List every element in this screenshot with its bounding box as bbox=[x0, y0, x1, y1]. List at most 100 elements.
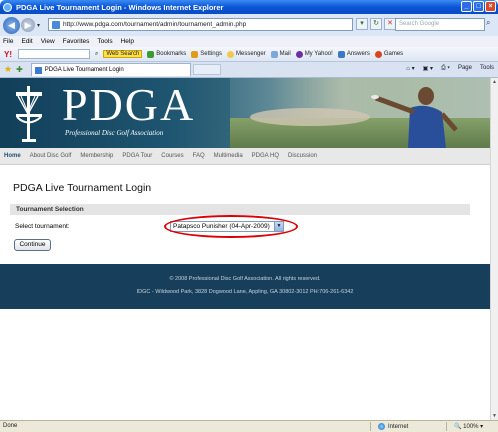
refresh-icon[interactable]: ↻ bbox=[370, 18, 382, 30]
address-dropdown-icon[interactable]: ▾ bbox=[356, 18, 368, 30]
nav-faq[interactable]: FAQ bbox=[193, 153, 205, 159]
scroll-down-icon[interactable]: ▼ bbox=[491, 412, 498, 420]
menu-view[interactable]: View bbox=[41, 38, 55, 45]
zoom-icon: 🔍 bbox=[454, 424, 462, 430]
menu-bar: File Edit View Favorites Tools Help bbox=[0, 36, 498, 47]
my-yahoo-label: My Yahoo! bbox=[304, 51, 333, 57]
menu-help[interactable]: Help bbox=[121, 38, 134, 45]
banner-sand-trap bbox=[250, 108, 370, 126]
favorites-star-icon[interactable]: ★ bbox=[4, 64, 12, 75]
address-actions: ▾ ↻ ✕ bbox=[356, 18, 396, 30]
nav-courses[interactable]: Courses bbox=[161, 153, 183, 159]
tools-menu[interactable]: Tools bbox=[480, 65, 494, 72]
print-icon[interactable]: ⎙ ▾ bbox=[441, 65, 450, 72]
status-divider bbox=[370, 422, 371, 431]
address-row: ◀ ▶ ▾ http://www.pdga.com/tournament/adm… bbox=[0, 14, 498, 36]
site-footer: © 2008 Professional Disc Golf Associatio… bbox=[0, 264, 490, 309]
tab-pdga-login[interactable]: PDGA Live Tournament Login bbox=[30, 63, 191, 76]
games-icon bbox=[374, 50, 382, 58]
nav-home[interactable]: Home bbox=[4, 153, 21, 159]
pdga-logo-text[interactable]: PDGA bbox=[62, 82, 195, 128]
site-nav: Home About Disc Golf Membership PDGA Tou… bbox=[0, 148, 490, 165]
search-input[interactable]: Search Google bbox=[395, 18, 485, 31]
site-banner: PDGA Professional Disc Golf Association bbox=[0, 78, 490, 148]
select-tournament-label: Select tournament: bbox=[15, 223, 70, 230]
page-menu[interactable]: Page bbox=[458, 65, 472, 72]
mail-icon bbox=[270, 50, 278, 58]
ie-icon bbox=[3, 2, 12, 12]
zoom-level[interactable]: 🔍 100% ▾ bbox=[454, 423, 483, 430]
disc-golf-basket-logo-icon bbox=[16, 86, 42, 142]
web-search-button[interactable]: Web Search bbox=[103, 50, 143, 58]
messenger-icon bbox=[226, 50, 234, 58]
pdga-logo-subtitle: Professional Disc Golf Association bbox=[65, 129, 164, 137]
messenger-label: Messenger bbox=[235, 51, 266, 57]
command-bar: ⌂ ▾ ▣ ▾ ⎙ ▾ Page Tools bbox=[406, 65, 494, 72]
messenger-button[interactable]: Messenger bbox=[226, 50, 266, 58]
history-dropdown-icon[interactable]: ▾ bbox=[37, 22, 40, 29]
minimize-button[interactable]: _ bbox=[461, 1, 472, 12]
games-label: Games bbox=[383, 51, 404, 57]
footer-address: IDGC - Wildwood Park, 3828 Dogwood Lane,… bbox=[136, 289, 354, 295]
answers-icon bbox=[337, 50, 345, 58]
window-controls: _ □ × bbox=[461, 1, 496, 12]
zone-label: Internet bbox=[388, 423, 409, 430]
status-bar: Done Internet 🔍 100% ▾ bbox=[0, 420, 498, 432]
nav-membership[interactable]: Membership bbox=[80, 153, 113, 159]
mail-button[interactable]: Mail bbox=[270, 50, 291, 58]
forward-button[interactable]: ▶ bbox=[21, 18, 35, 32]
nav-pdga-hq[interactable]: PDGA HQ bbox=[252, 153, 279, 159]
feeds-icon[interactable]: ▣ ▾ bbox=[423, 65, 433, 72]
close-button[interactable]: × bbox=[485, 1, 496, 12]
continue-button[interactable]: Continue bbox=[14, 239, 51, 251]
page-icon bbox=[52, 20, 60, 29]
tab-title: PDGA Live Tournament Login bbox=[44, 67, 124, 73]
maximize-button[interactable]: □ bbox=[473, 1, 484, 12]
security-zone[interactable]: Internet bbox=[378, 423, 408, 430]
back-button[interactable]: ◀ bbox=[3, 16, 20, 34]
nav-discussion[interactable]: Discussion bbox=[288, 153, 317, 159]
menu-edit[interactable]: Edit bbox=[21, 38, 32, 45]
yahoo-logo[interactable]: Y! bbox=[4, 50, 12, 59]
window-title: PDGA Live Tournament Login - Windows Int… bbox=[16, 2, 224, 12]
highlight-circle-annotation bbox=[164, 215, 298, 238]
window-titlebar: PDGA Live Tournament Login - Windows Int… bbox=[0, 0, 498, 14]
tab-row: ★ ✚ PDGA Live Tournament Login ⌂ ▾ ▣ ▾ ⎙… bbox=[0, 62, 498, 78]
scroll-up-icon[interactable]: ▲ bbox=[491, 78, 498, 86]
settings-icon bbox=[191, 50, 199, 58]
bookmarks-label: Bookmarks bbox=[156, 51, 187, 57]
status-text: Done bbox=[3, 423, 18, 429]
url-text[interactable]: http://www.pdga.com/tournament/admin/tou… bbox=[63, 21, 246, 28]
vertical-scrollbar[interactable]: ▲ ▼ bbox=[490, 78, 498, 420]
menu-tools[interactable]: Tools bbox=[97, 38, 112, 45]
page-title: PDGA Live Tournament Login bbox=[13, 182, 152, 194]
footer-copyright: © 2008 Professional Disc Golf Associatio… bbox=[169, 276, 321, 282]
bookmarks-button[interactable]: Bookmarks bbox=[147, 50, 187, 58]
my-yahoo-icon bbox=[295, 50, 303, 58]
nav-about-disc-golf[interactable]: About Disc Golf bbox=[30, 153, 72, 159]
yahoo-toolbar: Y! ⌕ Web Search Bookmarks Settings Messe… bbox=[0, 47, 498, 62]
bookmarks-icon bbox=[147, 50, 155, 58]
status-divider bbox=[446, 422, 447, 431]
menu-file[interactable]: File bbox=[3, 38, 13, 45]
my-yahoo-button[interactable]: My Yahoo! bbox=[295, 50, 333, 58]
mail-label: Mail bbox=[279, 51, 291, 57]
yahoo-search-icon[interactable]: ⌕ bbox=[95, 51, 98, 58]
internet-globe-icon bbox=[378, 423, 385, 430]
page-viewport: PDGA Professional Disc Golf Association … bbox=[0, 78, 490, 420]
new-tab-button[interactable] bbox=[192, 64, 221, 75]
nav-pdga-tour[interactable]: PDGA Tour bbox=[122, 153, 152, 159]
nav-multimedia[interactable]: Multimedia bbox=[214, 153, 243, 159]
games-button[interactable]: Games bbox=[374, 50, 404, 58]
home-icon[interactable]: ⌂ ▾ bbox=[406, 65, 414, 72]
address-bar[interactable]: http://www.pdga.com/tournament/admin/tou… bbox=[48, 18, 353, 31]
settings-button[interactable]: Settings bbox=[191, 50, 222, 58]
settings-label: Settings bbox=[200, 51, 222, 57]
add-favorites-icon[interactable]: ✚ bbox=[16, 65, 23, 74]
search-icon[interactable]: ⌕ bbox=[486, 18, 490, 28]
answers-label: Answers bbox=[346, 51, 370, 57]
yahoo-search-input[interactable] bbox=[18, 49, 90, 59]
tab-page-icon bbox=[34, 66, 42, 74]
menu-favorites[interactable]: Favorites bbox=[63, 38, 90, 45]
answers-button[interactable]: Answers bbox=[337, 50, 370, 58]
